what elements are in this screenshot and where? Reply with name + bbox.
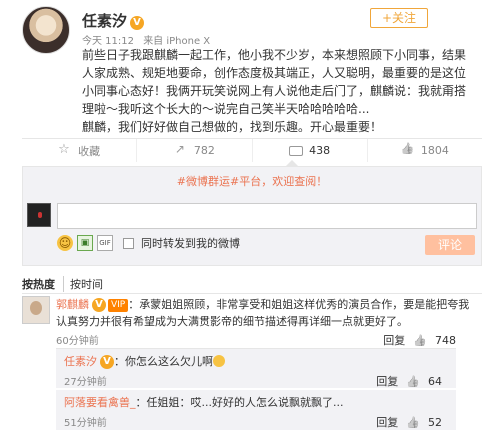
comment-text-block: 郭麒麟 V VIP ：承蒙姐姐照顾，非常享受和姐姐这样优秀的演员合作，要是能把夸我认真… [56, 296, 476, 330]
reply-button[interactable]: 回复 [376, 373, 398, 389]
replier-name[interactable]: 阿落要看禽兽_ [64, 396, 136, 409]
verified-icon: V [92, 298, 106, 312]
comment-ops: 回复 748 [383, 332, 456, 348]
laugh-emoji-icon [213, 355, 225, 367]
reply-button[interactable]: 回复 [383, 332, 405, 348]
reply-ops: 回复 52 [376, 414, 442, 430]
author-avatar[interactable] [22, 6, 70, 54]
favorite-button[interactable]: 收藏 [22, 139, 136, 162]
tab-sort-time[interactable]: 按时间 [64, 276, 111, 292]
reply-time: 27分钟前 [64, 377, 107, 388]
replier-name[interactable]: 任素汐 [64, 355, 97, 368]
reply-like-count: 52 [428, 415, 442, 429]
reply-text: ：任姐姐：哎...好好的人怎么说飘就飘了... [135, 396, 344, 409]
share-button[interactable]: 782 [136, 139, 251, 162]
notice-bar: #微博群运#平台，欢迎查阅！ [23, 173, 481, 189]
follow-button[interactable]: +关注 [370, 8, 428, 28]
comment-like-count: 748 [435, 333, 456, 347]
comment-button[interactable]: 438 [251, 139, 367, 162]
commenter-avatar[interactable] [22, 296, 50, 324]
reply-text-block: 阿落要看禽兽_：任姐姐：哎...好好的人怎么说飘就飘了... [64, 394, 343, 410]
star-icon [58, 142, 72, 157]
author-name-row: 任素汐 V [82, 10, 145, 31]
emoji-icon[interactable]: ☺ [57, 235, 73, 251]
action-bar: 收藏 782 438 1804 [22, 138, 482, 162]
verified-icon: V [130, 16, 145, 30]
reply-text-block: 任素汐 V ：你怎么这么欠儿啊 [64, 353, 225, 369]
reply-button[interactable]: 回复 [376, 414, 398, 430]
notice-text: #微博群运#平台， [176, 175, 273, 188]
reply-like-count: 64 [428, 374, 442, 388]
comment-time: 60分钟前 [56, 336, 99, 347]
image-icon[interactable]: ▣ [77, 235, 93, 251]
comment-composer: #微博群运#平台，欢迎查阅！ ☺ ▣ GIF 同时转发到我的微博 评论 [22, 166, 482, 266]
reply-time: 51分钟前 [64, 418, 107, 429]
submit-comment-button[interactable]: 评论 [425, 235, 475, 255]
like-count: 1804 [420, 144, 449, 157]
thumbs-up-icon[interactable] [413, 334, 427, 347]
comment-icon [289, 145, 304, 156]
comment-count: 438 [309, 144, 331, 157]
tab-sort-hot[interactable]: 按热度 [22, 276, 64, 292]
favorite-label: 收藏 [78, 144, 101, 158]
share-count: 782 [193, 144, 215, 157]
composer-tools: ☺ ▣ GIF 同时转发到我的微博 [57, 235, 240, 251]
weibo-post: 任素汐 V +关注 今天 11:12 来自 iPhone X 前些日子我跟麒麟一起… [22, 6, 482, 134]
reply-item: 任素汐V：你怎么这么欠儿啊 27分钟前 回复 64 [56, 348, 456, 388]
reply-text: ：你怎么这么欠儿啊 [114, 355, 213, 368]
comment-input[interactable] [57, 203, 477, 229]
share-icon [174, 142, 188, 157]
thumbs-up-icon[interactable] [406, 416, 420, 429]
verified-icon: V [100, 355, 114, 369]
reply-ops: 回复 64 [376, 373, 442, 389]
commenter-name[interactable]: 郭麒麟 [56, 298, 89, 311]
comment-sort-tabs: 按热度 按时间 [22, 276, 482, 294]
like-button[interactable]: 1804 [366, 139, 482, 162]
reply-item: 阿落要看禽兽_：任姐姐：哎...好好的人怎么说飘就飘了... 51分钟前 回复 … [56, 390, 456, 430]
post-meta: 今天 11:12 来自 iPhone X [82, 32, 216, 47]
repost-label: 同时转发到我的微博 [141, 237, 240, 250]
post-content: 前些日子我跟麒麟一起工作，他小我不少岁，本来想照顾下小同事，结果人家成熟、规矩地… [82, 48, 467, 134]
thumbs-up-icon[interactable] [406, 375, 420, 388]
author-name[interactable]: 任素汐 [82, 12, 127, 30]
repost-checkbox[interactable] [123, 237, 134, 249]
gif-icon[interactable]: GIF [97, 235, 113, 251]
thumbs-up-icon [401, 145, 415, 157]
vip-badge: VIP [108, 299, 129, 312]
notice-link[interactable]: 欢迎查阅！ [272, 175, 327, 188]
my-avatar [27, 203, 51, 227]
